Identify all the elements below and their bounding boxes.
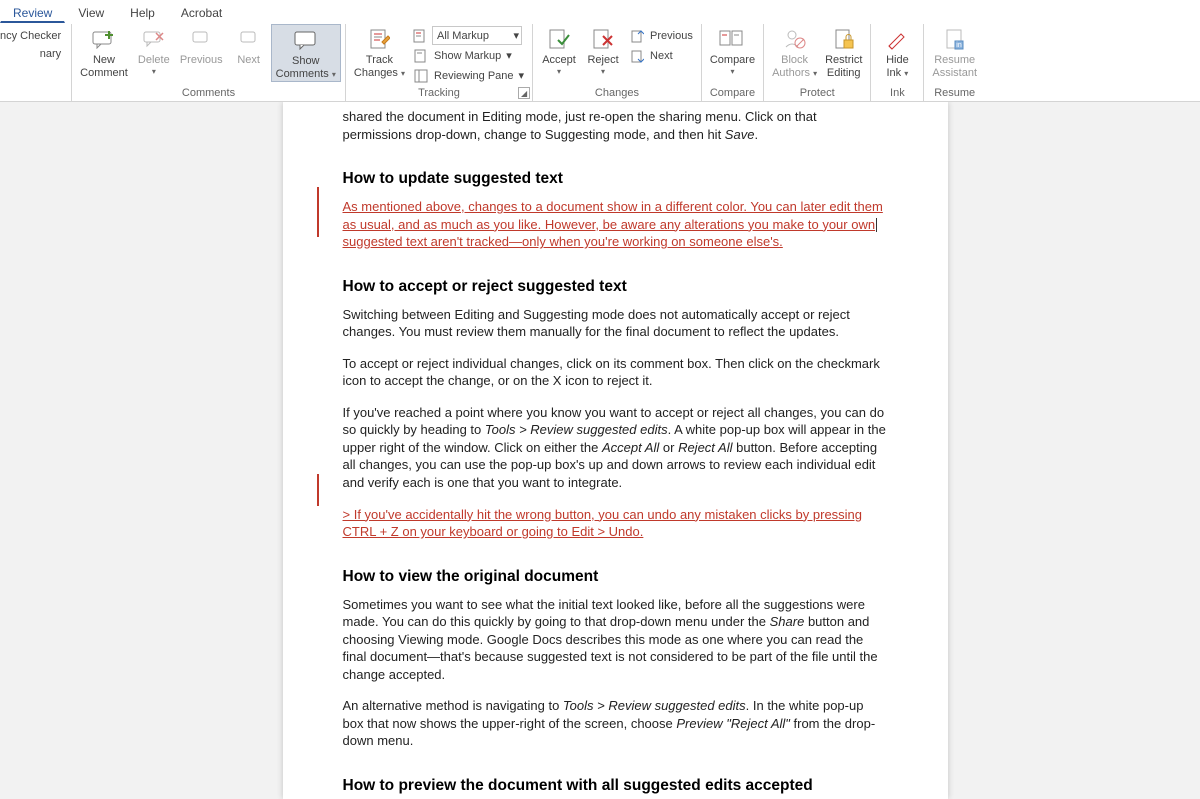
new-comment-icon: [90, 26, 118, 52]
doc-paragraph: Sometimes you want to see what the initi…: [343, 596, 888, 684]
accept-button[interactable]: Accept ▾: [537, 24, 581, 77]
display-markup-dropdown[interactable]: All Markup ▾: [432, 26, 522, 45]
group-label-tracking: Tracking: [350, 86, 528, 101]
doc-paragraph: To accept or reject individual changes, …: [343, 355, 888, 390]
group-label-ink: Ink: [875, 86, 919, 101]
previous-comment-button[interactable]: Previous: [176, 24, 227, 67]
tab-acrobat[interactable]: Acrobat: [168, 1, 235, 24]
hide-ink-icon: [883, 26, 911, 52]
doc-heading: How to update suggested text: [343, 169, 888, 190]
text-cursor: [876, 218, 877, 232]
doc-paragraph-tracked: > If you've accidentally hit the wrong b…: [343, 506, 888, 541]
page: shared the document in Editing mode, jus…: [283, 102, 948, 799]
next-change-button[interactable]: Next: [625, 46, 697, 65]
tracking-launcher[interactable]: ◢: [518, 87, 530, 99]
show-markup-button[interactable]: Show Markup ▾: [409, 46, 528, 65]
reject-button[interactable]: Reject ▾: [581, 24, 625, 77]
group-label-compare: Compare: [706, 86, 759, 101]
doc-paragraph: shared the document in Editing mode, jus…: [343, 108, 888, 143]
reviewing-pane-icon: [413, 68, 429, 84]
document-canvas[interactable]: shared the document in Editing mode, jus…: [0, 102, 1200, 799]
next-comment-button[interactable]: Next: [227, 24, 271, 67]
show-comments-button[interactable]: Show Comments ▾: [271, 24, 341, 82]
new-comment-button[interactable]: New Comment: [76, 24, 132, 80]
group-label-comments: Comments: [76, 86, 341, 101]
left-cut-group: ncy Checker nary: [0, 24, 67, 63]
show-comments-icon: [292, 27, 320, 53]
left-cut-line2: nary: [0, 46, 61, 64]
doc-heading: How to accept or reject suggested text: [343, 277, 888, 298]
resume-assistant-button[interactable]: in Resume Assistant: [928, 24, 981, 80]
reject-icon: [589, 26, 617, 52]
tab-help[interactable]: Help: [117, 1, 168, 24]
doc-paragraph: If you've reached a point where you know…: [343, 404, 888, 492]
doc-paragraph: Switching between Editing and Suggesting…: [343, 306, 888, 341]
delete-comment-icon: [140, 26, 168, 52]
compare-icon: [718, 26, 746, 52]
doc-heading: How to preview the document with all sug…: [343, 776, 888, 797]
group-label-protect: Protect: [768, 86, 866, 101]
show-markup-icon: [413, 48, 429, 64]
doc-paragraph-tracked: As mentioned above, changes to a documen…: [343, 198, 888, 251]
track-change-bar: [317, 187, 319, 237]
prev-change-icon: [629, 28, 645, 44]
track-changes-button[interactable]: Track Changes ▾: [350, 24, 409, 80]
block-authors-button[interactable]: Block Authors ▾: [768, 24, 821, 80]
hide-ink-button[interactable]: Hide Ink ▾: [875, 24, 919, 80]
reviewing-pane-button[interactable]: Reviewing Pane ▾: [409, 66, 528, 85]
markup-icon: [413, 28, 429, 44]
chevron-down-icon: ▾: [513, 29, 519, 42]
next-comment-icon: [235, 26, 263, 52]
resume-assistant-icon: in: [941, 26, 969, 52]
markup-dropdown-row: All Markup ▾: [409, 26, 528, 45]
menu-tabs: Review View Help Acrobat: [0, 0, 1200, 24]
doc-paragraph: An alternative method is navigating to T…: [343, 697, 888, 750]
previous-comment-icon: [187, 26, 215, 52]
restrict-editing-icon: [830, 26, 858, 52]
restrict-editing-button[interactable]: Restrict Editing: [821, 24, 866, 80]
svg-text:in: in: [956, 42, 962, 49]
delete-comment-button[interactable]: Delete ▾: [132, 24, 176, 77]
left-cut-line1: ncy Checker: [0, 28, 61, 46]
doc-heading: How to view the original document: [343, 567, 888, 588]
tab-view[interactable]: View: [65, 1, 117, 24]
track-change-bar: [317, 474, 319, 506]
tab-review[interactable]: Review: [0, 1, 65, 23]
next-change-icon: [629, 48, 645, 64]
previous-change-button[interactable]: Previous: [625, 26, 697, 45]
block-authors-icon: [781, 26, 809, 52]
group-label-changes: Changes: [537, 86, 697, 101]
compare-button[interactable]: Compare ▾: [706, 24, 759, 77]
group-label-resume: Resume: [928, 86, 981, 101]
track-changes-icon: [365, 26, 393, 52]
accept-icon: [545, 26, 573, 52]
ribbon: ncy Checker nary New Comment Delete ▾: [0, 24, 1200, 102]
